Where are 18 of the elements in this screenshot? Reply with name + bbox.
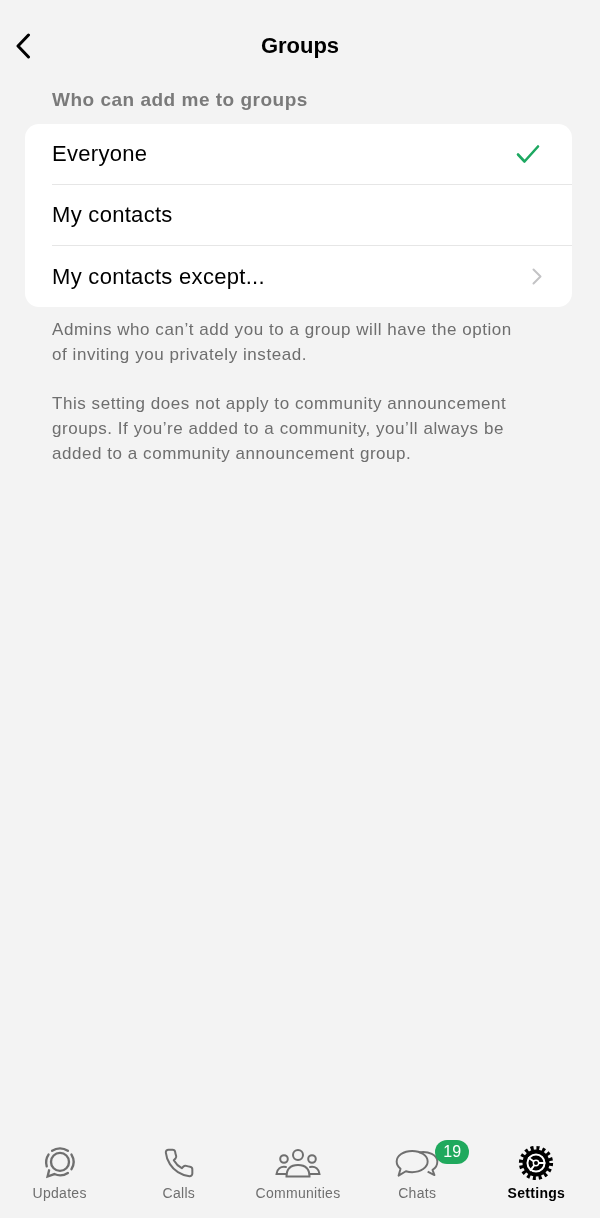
phone-icon (162, 1147, 195, 1179)
chevron-left-icon (15, 33, 31, 59)
tab-button[interactable]: Updates (32, 1147, 87, 1201)
chevron-right-icon (532, 268, 542, 285)
footnote-text: Admins who can’t add you to a group will have the option of inviting you privately instead. (52, 319, 513, 366)
footnote-text: This setting does not apply to community announcement groups. If you’re added to a community, you’ll always be added to a community announcement group. (52, 393, 508, 465)
option-row[interactable]: My contacts except... (25, 246, 572, 307)
unread-badge: 19 (435, 1140, 470, 1164)
section-header: Who can add me to groups (52, 88, 309, 112)
settings-icon (518, 1145, 555, 1181)
option-row[interactable]: My contacts (25, 185, 572, 246)
people-group-icon (275, 1147, 321, 1179)
tab-button[interactable]: Communities (255, 1147, 341, 1201)
option-row[interactable]: Everyone (25, 124, 572, 185)
tab-button[interactable]: Settings (507, 1147, 566, 1201)
tab-button[interactable]: Calls (162, 1147, 196, 1201)
chat-bubbles-icon (394, 1147, 441, 1179)
screen-title: Groups (260, 32, 340, 60)
